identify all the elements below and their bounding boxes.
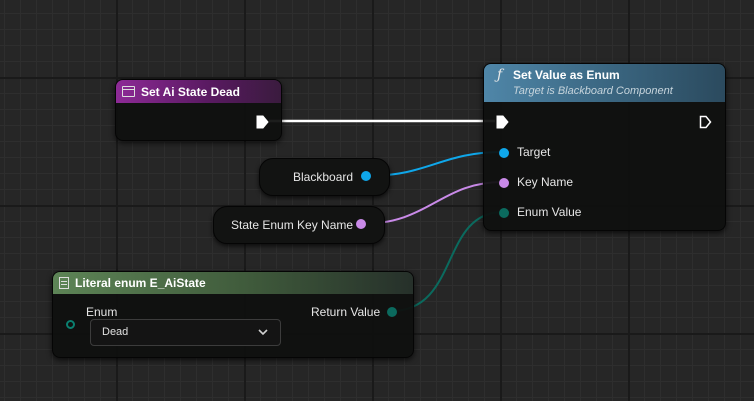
literal-enum-header[interactable]: Literal enum E_AiState <box>53 272 413 294</box>
key-name-pin-label: Key Name <box>517 175 574 189</box>
literal-enum-title: Literal enum E_AiState <box>75 276 206 290</box>
enum-input-pin[interactable] <box>66 320 75 329</box>
set-value-as-enum-header[interactable]: ƒ Set Value as Enum Target is Blackboard… <box>484 64 725 102</box>
key-name-pin[interactable] <box>499 178 509 188</box>
return-value-label: Return Value <box>311 305 381 319</box>
set-ai-state-dead-header[interactable]: Set Ai State Dead <box>116 80 281 103</box>
exec-then-pin[interactable] <box>699 115 712 129</box>
state-enum-key-name-label: State Enum Key Name <box>231 218 354 232</box>
blackboard-label: Blackboard <box>293 170 354 184</box>
chevron-down-icon <box>258 329 268 336</box>
exec-input-pin[interactable] <box>496 115 509 129</box>
literal-enum-node[interactable]: Literal enum E_AiState Enum Dead Return … <box>52 271 414 358</box>
set-ai-state-dead-node[interactable]: Set Ai State Dead <box>115 79 282 141</box>
return-value-pin[interactable] <box>387 307 397 317</box>
enum-value-pin-label: Enum Value <box>517 205 582 219</box>
literal-icon <box>59 277 69 289</box>
enum-dropdown[interactable]: Dead <box>90 319 281 346</box>
blackboard-variable-node[interactable]: Blackboard <box>259 158 390 196</box>
enum-input-label: Enum <box>86 305 118 319</box>
set-value-as-enum-title: Set Value as Enum <box>513 68 620 82</box>
state-enum-key-name-output-pin[interactable] <box>356 219 366 229</box>
enum-dropdown-value: Dead <box>102 326 129 338</box>
set-value-as-enum-node[interactable]: ƒ Set Value as Enum Target is Blackboard… <box>483 63 726 231</box>
target-pin[interactable] <box>499 148 509 158</box>
enum-value-pin[interactable] <box>499 208 509 218</box>
custom-event-icon <box>122 86 135 97</box>
set-ai-state-dead-title: Set Ai State Dead <box>141 84 240 99</box>
blackboard-output-pin[interactable] <box>361 171 371 181</box>
function-icon: ƒ <box>497 67 503 83</box>
target-pin-label: Target <box>517 145 551 159</box>
state-enum-key-name-node[interactable]: State Enum Key Name <box>213 206 385 244</box>
exec-output-pin[interactable] <box>256 115 269 129</box>
set-value-as-enum-subtitle: Target is Blackboard Component <box>513 85 673 97</box>
